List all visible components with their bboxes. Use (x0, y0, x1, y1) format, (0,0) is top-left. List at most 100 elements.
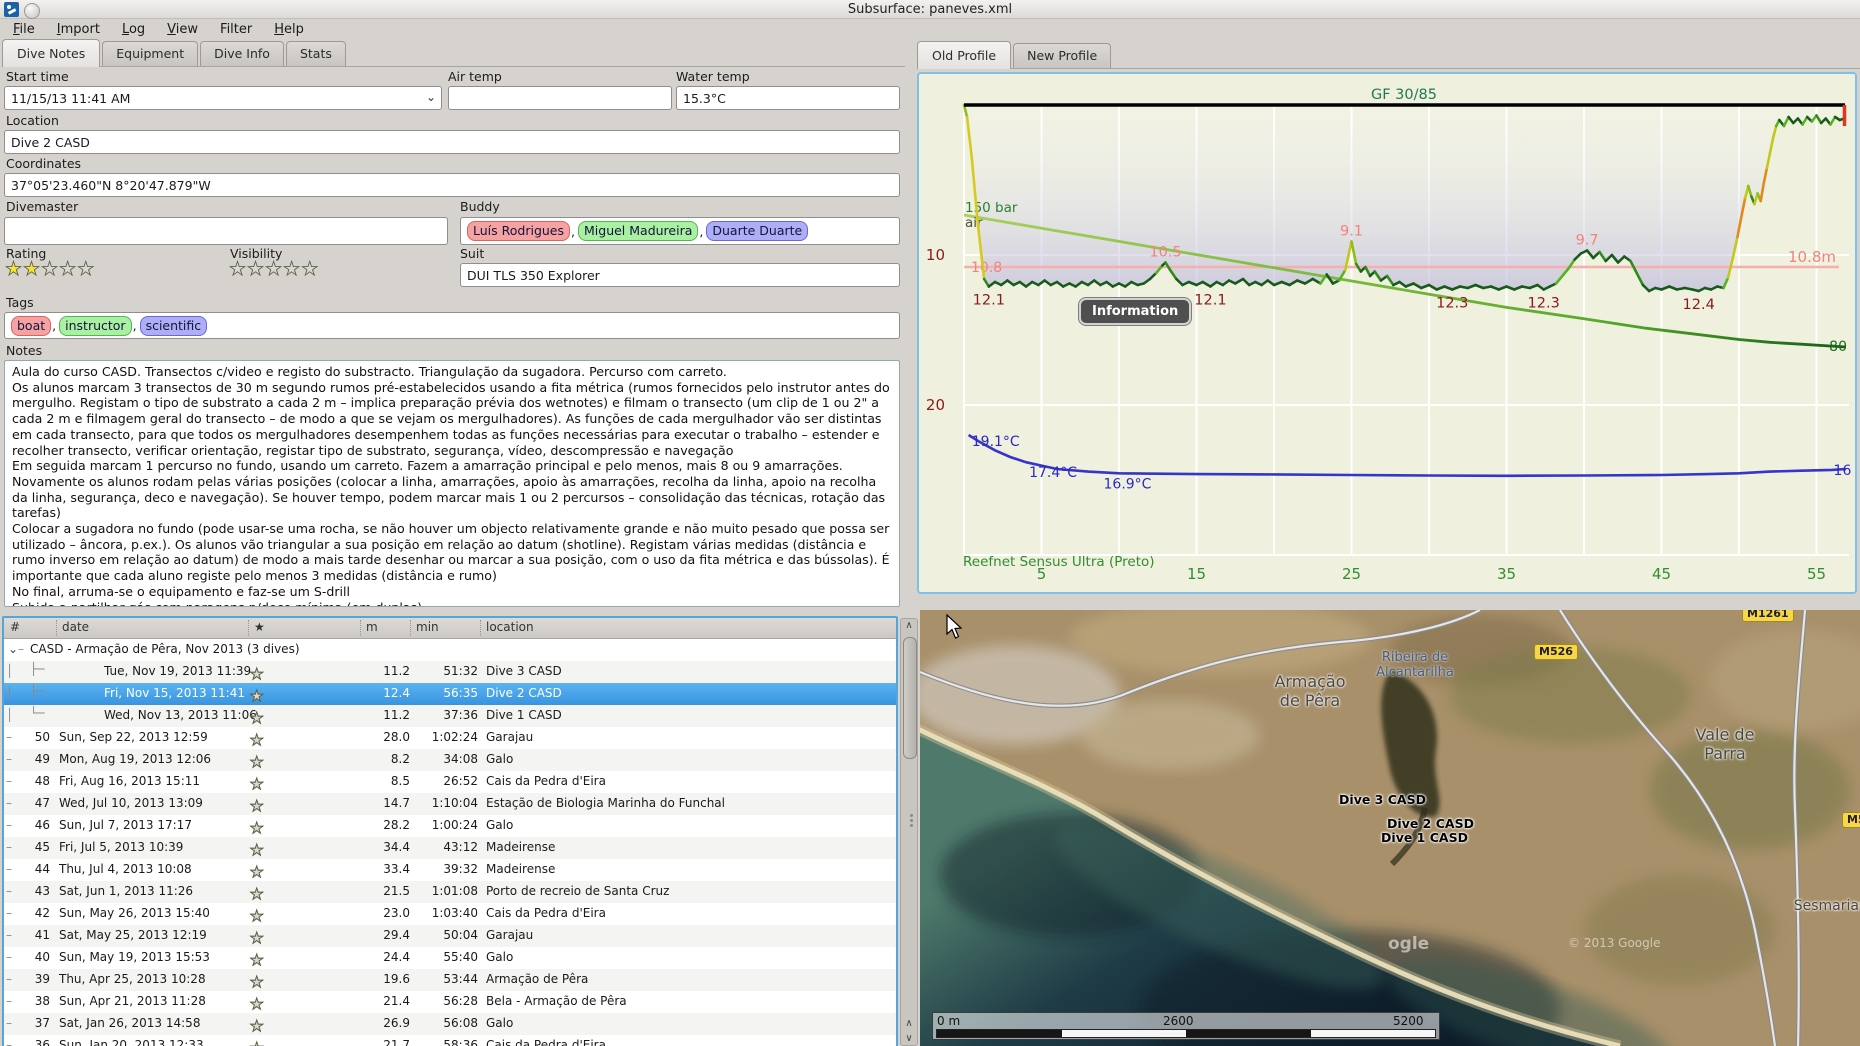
location-input[interactable]: Dive 2 CASD (4, 130, 900, 154)
scalebar-bar (936, 1029, 1436, 1038)
scroll-up2-icon[interactable]: ∧ (902, 1018, 916, 1029)
scalebar-zero: 0 m (937, 1014, 961, 1028)
dive-table-header[interactable]: # date ★ m min location (4, 618, 896, 639)
table-row[interactable]: –44 Thu, Jul 4, 2013 10:08 ★ ★ ★ ★ ★ 33.4 39:32 M… (4, 859, 896, 881)
table-row[interactable]: –37 Sat, Jan 26, 2013 14:58 ★ ★ ★ ★ ★ 26.9 56:08… (4, 1013, 896, 1035)
suit-input[interactable]: DUI TLS 350 Explorer (460, 263, 900, 287)
table-row[interactable]: –47 Wed, Jul 10, 2013 13:09 ★ ★ ★ ★ ★ 14.7 1:10:… (4, 793, 896, 815)
map-marker-dive2[interactable]: Dive 2 CASD (1368, 816, 1493, 831)
cell-depth: 33.4 (383, 862, 410, 876)
dive-list-scrollbar[interactable]: ∧ ∧ ∨ (900, 618, 918, 1046)
cell-location: Garajau (486, 928, 534, 942)
tags-input[interactable]: boat, instructor, scientific (4, 312, 900, 339)
table-row[interactable]: –45 Fri, Jul 5, 2013 10:39 ★ ★ ★ ★ ★ 34.4 43:12 M… (4, 837, 896, 859)
scroll-up-icon[interactable]: ∧ (902, 620, 916, 631)
table-row[interactable]: │ ├─ Fri, Nov 15, 2013 11:41 ★ ★ ★ ★ ★ 12.4 56:35… (4, 683, 896, 705)
expander-icon[interactable]: ⌄ (8, 642, 18, 656)
cell-duration: 56:35 (443, 686, 478, 700)
cell-duration: 55:40 (443, 950, 478, 964)
cell-depth: 21.4 (383, 994, 410, 1008)
coordinates-input[interactable]: 37°05'23.460"N 8°20'47.879"W (4, 173, 900, 197)
menu-view[interactable]: View (158, 21, 207, 38)
buddy-input[interactable]: Luís Rodrigues, Miguel Madureira, Duarte D… (460, 217, 900, 245)
col-duration[interactable]: min (416, 620, 439, 634)
dive-list-table[interactable]: # date ★ m min location ⌄ – CASD - Armação… (2, 616, 898, 1046)
table-row[interactable]: –42 Sun, May 26, 2013 15:40 ★ ★ ★ ★ ★ 23.0 1:03:… (4, 903, 896, 925)
map-marker-dive1[interactable]: Dive 1 CASD (1362, 830, 1487, 845)
scrollbar-thumb[interactable] (903, 637, 917, 759)
table-row[interactable]: –39 Thu, Apr 25, 2013 10:28 ★ ★ ★ ★ ★ 19.6 53:44… (4, 969, 896, 991)
table-row[interactable]: –36Sun, Jan 20, 2013 12:33★★★★★21.758:36… (4, 1035, 896, 1046)
start-time-combobox[interactable]: 11/15/13 11:41 AM ⌄ (4, 86, 442, 110)
tab-dive-notes[interactable]: Dive Notes (2, 39, 101, 67)
col-depth[interactable]: m (366, 620, 378, 634)
chevron-down-icon[interactable]: ⌄ (426, 90, 436, 104)
table-row[interactable]: –43 Sat, Jun 1, 2013 11:26 ★ ★ ★ ★ ★ 21.5 1:01:0… (4, 881, 896, 903)
star-icon: ★ (250, 863, 264, 882)
information-tooltip-button[interactable]: Information (1077, 297, 1193, 326)
pill-duarte-duarte[interactable]: Duarte Duarte (706, 221, 809, 241)
cell-number: 37 (34, 1016, 50, 1030)
title-bar[interactable]: Subsurface: paneves.xml (0, 0, 1860, 19)
map-scalebar: 0 m 2600 5200 (932, 1012, 1440, 1040)
dive-location-map[interactable]: Armação de Pêra Ribeira de Alcantarilha … (920, 610, 1860, 1046)
table-row[interactable]: –40 Sun, May 19, 2013 15:53 ★ ★ ★ ★ ★ 24.4 55:40… (4, 947, 896, 969)
notes-textarea[interactable]: Aula do curso CASD. Transectos c/video e… (4, 360, 900, 607)
tab-equipment[interactable]: Equipment (102, 41, 199, 66)
tab-dive-info[interactable]: Dive Info (200, 41, 284, 66)
air-temp-input[interactable] (448, 86, 672, 110)
table-row[interactable]: –48 Fri, Aug 16, 2013 15:11 ★ ★ ★ ★ ★ 8.5 26:52 C… (4, 771, 896, 793)
water-temp-input[interactable]: 15.3°C (676, 86, 900, 110)
splitter-handle[interactable] (910, 812, 914, 829)
menu-file[interactable]: File (4, 21, 44, 38)
tab-old-profile[interactable]: Old Profile (917, 41, 1012, 69)
col-number[interactable]: # (10, 620, 20, 634)
map-river-label: Ribeira de Alcantarilha (1376, 650, 1454, 680)
air-temp-label: Air temp (448, 69, 502, 84)
tree-branch: ├─ (30, 662, 45, 676)
tree-branch: ├─ (30, 684, 45, 698)
star-icon: ★ (229, 258, 248, 281)
star-icon: ★ (250, 973, 264, 992)
table-row[interactable]: –50 Sun, Sep 22, 2013 12:59 ★ ★ ★ ★ ★ 28.0 1:02:… (4, 727, 896, 749)
pill-instructor[interactable]: instructor (59, 315, 132, 336)
svg-text:12.1: 12.1 (973, 293, 1005, 309)
coordinates-label: Coordinates (6, 156, 82, 171)
map-marker-dive3[interactable]: Dive 3 CASD (1320, 792, 1445, 807)
location-value: Dive 2 CASD (11, 134, 90, 150)
menu-filter[interactable]: Filter (211, 21, 261, 38)
col-location[interactable]: location (486, 620, 534, 634)
col-date[interactable]: date (62, 620, 89, 634)
tab-stats[interactable]: Stats (285, 41, 346, 66)
star-icon: ★ (283, 258, 302, 281)
table-row[interactable]: –38 Sun, Apr 21, 2013 11:28 ★ ★ ★ ★ ★ 21.4 56:28… (4, 991, 896, 1013)
table-row[interactable]: │ ├─ Tue, Nov 19, 2013 11:39 ★ ★ ★ ★ ★ 11.2 51:32… (4, 661, 896, 683)
table-row[interactable]: │ └─ Wed, Nov 13, 2013 11:06 ★ ★ ★ ★ ★ 11.2 37:36… (4, 705, 896, 727)
tab-new-profile[interactable]: New Profile (1013, 43, 1112, 68)
pill-boat[interactable]: boat (11, 315, 52, 336)
cell-location: Porto de recreio de Santa Cruz (486, 884, 670, 898)
menu-help[interactable]: Help (265, 21, 313, 38)
visibility-stars[interactable]: ★★★★★ (229, 258, 319, 281)
cell-location: Cais da Pedra d'Eira (486, 774, 606, 788)
pill-lu-s-rodrigues[interactable]: Luís Rodrigues (467, 221, 571, 241)
cell-location: Galo (486, 752, 514, 766)
table-row[interactable]: –49 Mon, Aug 19, 2013 12:06 ★ ★ ★ ★ ★ 8.2 34:08 G… (4, 749, 896, 771)
pill-scientific[interactable]: scientific (139, 315, 208, 336)
table-row[interactable]: –41 Sat, May 25, 2013 12:19 ★ ★ ★ ★ ★ 29.4 50:04… (4, 925, 896, 947)
dive-profile-chart[interactable]: 10.8 150 bar air 80 19.1°C 17.4°C 16.9°C 16 12.1… (917, 72, 1857, 594)
pill-miguel-madureira[interactable]: Miguel Madureira (578, 221, 699, 241)
cell-number: 48 (34, 774, 50, 788)
table-row[interactable]: –46 Sun, Jul 7, 2013 17:17 ★ ★ ★ ★ ★ 28.2 1:00:2… (4, 815, 896, 837)
menu-log[interactable]: Log (113, 21, 154, 38)
cell-duration: 43:12 (443, 840, 478, 854)
cell-location: Cais da Pedra d'Eira (486, 1038, 606, 1046)
cell-location: Madeirense (486, 862, 556, 876)
star-icon: ★ (250, 1017, 264, 1036)
scroll-down-icon[interactable]: ∨ (902, 1033, 916, 1044)
rating-stars[interactable]: ★★★★★ (5, 258, 95, 281)
menu-import[interactable]: Import (48, 21, 109, 38)
dive-group-row[interactable]: ⌄ – CASD - Armação de Pêra, Nov 2013 (3 di… (4, 639, 896, 661)
divemaster-input[interactable] (4, 217, 448, 245)
col-rating[interactable]: ★ (254, 620, 265, 634)
